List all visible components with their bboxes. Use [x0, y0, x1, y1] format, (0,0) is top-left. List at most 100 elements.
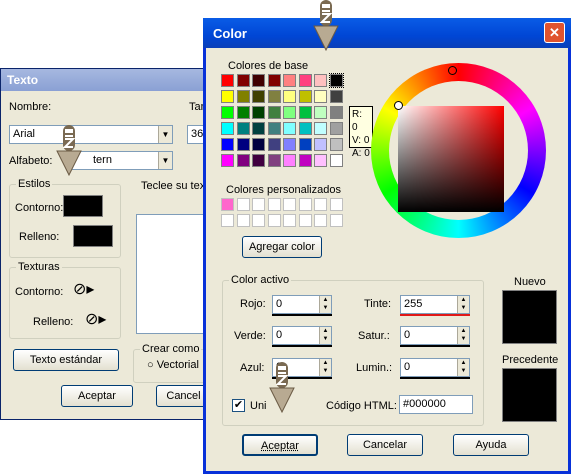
- font-select[interactable]: Arial ▼: [9, 125, 173, 144]
- base-color-swatch[interactable]: [329, 122, 343, 135]
- base-color-swatch[interactable]: [236, 122, 250, 135]
- base-color-swatch[interactable]: [221, 122, 234, 135]
- base-color-swatch[interactable]: [221, 154, 234, 167]
- chevron-down-icon[interactable]: ▼: [158, 126, 172, 143]
- base-color-swatch[interactable]: [283, 122, 296, 135]
- base-color-swatch[interactable]: [314, 138, 327, 151]
- saturation-luminance-square[interactable]: [398, 106, 504, 212]
- color-titlebar[interactable]: Color ✕: [203, 18, 571, 48]
- spin-updown-icon[interactable]: ▲ ▼: [319, 296, 331, 313]
- base-color-swatch[interactable]: [329, 106, 343, 119]
- texto-aceptar-button[interactable]: Aceptar: [61, 385, 133, 407]
- no-texture-icon[interactable]: ⊘▸: [85, 309, 111, 331]
- contorno-color-button[interactable]: [63, 195, 103, 217]
- vectorial-radio[interactable]: ○ Vectorial: [147, 359, 199, 371]
- a-readout: A: 0: [352, 148, 370, 159]
- base-color-swatch[interactable]: [298, 138, 312, 151]
- unir-checkbox[interactable]: ✔: [232, 399, 245, 412]
- base-color-swatch[interactable]: [221, 138, 234, 151]
- custom-color-swatch[interactable]: [221, 214, 234, 227]
- base-color-swatch[interactable]: [252, 138, 265, 151]
- base-color-swatch[interactable]: [236, 154, 250, 167]
- base-color-swatch[interactable]: [267, 122, 281, 135]
- custom-color-swatch[interactable]: [252, 214, 265, 227]
- base-color-swatch[interactable]: [252, 90, 265, 103]
- base-color-swatch[interactable]: [314, 106, 327, 119]
- base-color-swatch[interactable]: [314, 74, 327, 87]
- base-color-swatch[interactable]: [267, 154, 281, 167]
- relleno-color-button[interactable]: [73, 225, 113, 247]
- base-color-swatch[interactable]: [314, 90, 327, 103]
- custom-color-swatch[interactable]: [298, 198, 312, 211]
- lumin-spinner[interactable]: 0 ▲ ▼: [400, 358, 470, 379]
- sl-marker[interactable]: [394, 101, 403, 110]
- custom-color-swatch[interactable]: [252, 198, 265, 211]
- base-color-swatch[interactable]: [298, 106, 312, 119]
- base-color-swatch[interactable]: [329, 154, 343, 167]
- custom-color-swatch[interactable]: [329, 198, 343, 211]
- base-color-swatch[interactable]: [283, 90, 296, 103]
- base-color-swatch[interactable]: [298, 154, 312, 167]
- hue-marker[interactable]: [448, 66, 457, 75]
- spin-updown-icon[interactable]: ▲ ▼: [457, 359, 469, 376]
- base-color-swatch[interactable]: [236, 90, 250, 103]
- base-color-swatch[interactable]: [329, 138, 343, 151]
- base-color-swatch[interactable]: [267, 106, 281, 119]
- base-color-swatch[interactable]: [328, 73, 344, 88]
- satur-spinner[interactable]: 0 ▲ ▼: [400, 326, 470, 347]
- base-color-swatch[interactable]: [314, 122, 327, 135]
- base-color-swatch[interactable]: [221, 74, 234, 87]
- html-code-field[interactable]: #000000: [399, 395, 473, 414]
- agregar-color-button[interactable]: Agregar color: [242, 236, 322, 258]
- custom-color-swatch[interactable]: [267, 198, 281, 211]
- custom-color-swatch[interactable]: [329, 214, 343, 227]
- base-color-swatch[interactable]: [252, 154, 265, 167]
- base-color-swatch[interactable]: [298, 122, 312, 135]
- color-ayuda-button[interactable]: Ayuda: [453, 434, 529, 456]
- base-color-swatch[interactable]: [267, 74, 281, 87]
- base-color-swatch[interactable]: [283, 106, 296, 119]
- custom-color-swatch[interactable]: [236, 198, 250, 211]
- base-color-swatch[interactable]: [236, 106, 250, 119]
- color-cancelar-button[interactable]: Cancelar: [347, 434, 423, 456]
- base-color-swatch[interactable]: [267, 90, 281, 103]
- custom-color-swatch[interactable]: [221, 198, 234, 211]
- custom-color-swatch[interactable]: [314, 214, 327, 227]
- spin-updown-icon[interactable]: ▲ ▼: [457, 327, 469, 344]
- verde-spinner[interactable]: 0 ▲ ▼: [272, 326, 332, 347]
- base-color-swatch[interactable]: [283, 154, 296, 167]
- base-color-swatch[interactable]: [252, 122, 265, 135]
- precedente-color-preview[interactable]: [502, 368, 557, 422]
- custom-color-swatch[interactable]: [283, 198, 296, 211]
- base-color-swatch[interactable]: [236, 74, 250, 87]
- texto-estandar-button[interactable]: Texto estándar: [13, 349, 119, 371]
- custom-color-swatch[interactable]: [298, 214, 312, 227]
- spin-updown-icon[interactable]: ▲ ▼: [319, 359, 331, 376]
- texto-titlebar[interactable]: Texto: [1, 69, 209, 91]
- custom-color-swatch[interactable]: [314, 198, 327, 211]
- spin-updown-icon[interactable]: ▲ ▼: [457, 296, 469, 313]
- base-color-swatch[interactable]: [298, 90, 312, 103]
- custom-color-swatch[interactable]: [267, 214, 281, 227]
- no-texture-icon[interactable]: ⊘▸: [73, 279, 99, 301]
- custom-color-swatch[interactable]: [283, 214, 296, 227]
- chevron-down-icon[interactable]: ▼: [158, 152, 172, 169]
- base-color-swatch[interactable]: [329, 90, 343, 103]
- custom-color-swatch[interactable]: [236, 214, 250, 227]
- base-color-swatch[interactable]: [221, 90, 234, 103]
- color-aceptar-button[interactable]: Aceptar: [242, 434, 318, 456]
- base-color-swatch[interactable]: [298, 74, 312, 87]
- base-color-swatch[interactable]: [236, 138, 250, 151]
- spin-updown-icon[interactable]: ▲ ▼: [319, 327, 331, 344]
- base-color-swatch[interactable]: [252, 106, 265, 119]
- base-color-swatch[interactable]: [252, 74, 265, 87]
- close-button[interactable]: ✕: [544, 22, 565, 43]
- base-color-swatch[interactable]: [221, 106, 234, 119]
- rojo-spinner[interactable]: 0 ▲ ▼: [272, 295, 332, 316]
- base-color-swatch[interactable]: [283, 74, 296, 87]
- text-entry-area[interactable]: [136, 214, 211, 334]
- tinte-spinner[interactable]: 255 ▲ ▼: [400, 295, 470, 316]
- base-color-swatch[interactable]: [283, 138, 296, 151]
- base-color-swatch[interactable]: [314, 154, 327, 167]
- base-color-swatch[interactable]: [267, 138, 281, 151]
